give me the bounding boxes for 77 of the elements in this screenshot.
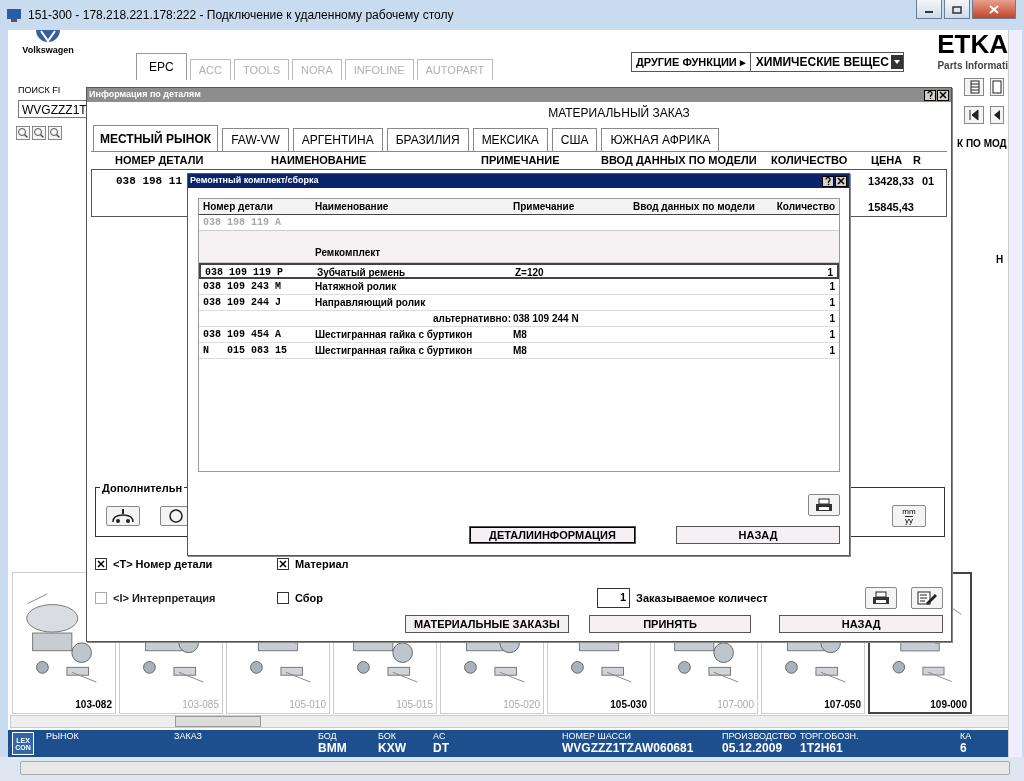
thumbnail-label: 105-010 xyxy=(289,698,327,712)
status-label: ТОРГ.ОБОЗН. xyxy=(800,732,860,742)
quantity-cell-text: 1 xyxy=(828,312,835,326)
thumbnail-label: 107-000 xyxy=(717,698,755,712)
search-label: ПОИСК FI xyxy=(18,84,61,97)
thumbnail-label: 105-030 xyxy=(610,698,648,712)
status-value: KXW xyxy=(378,741,407,756)
quantity-cell-text: 1 xyxy=(828,328,835,342)
dialog-title: Ремонтный комплект/сборка xyxy=(190,174,319,188)
checkbox-label: Материал xyxy=(295,556,349,572)
checkbox-label: <T> Номер детали xyxy=(113,556,213,572)
thumbnail-label: 107-050 xyxy=(824,698,862,712)
brand-name: Volkswagen xyxy=(22,44,74,57)
status-label: AC xyxy=(433,732,447,742)
status-label: БОД xyxy=(318,732,338,742)
status-label: РЫНОК xyxy=(46,732,80,742)
column-header: ВВОД ДАННЫХ ПО МОДЕЛИ xyxy=(601,153,758,169)
part-note: 038 109 244 N xyxy=(513,312,580,326)
quantity-cell-text: 1 xyxy=(826,266,833,280)
part-name: Шестигранная гайка с буртикон xyxy=(315,344,474,358)
part-number: 038 109 119 P xyxy=(205,266,284,280)
status-value: BMM xyxy=(318,741,348,756)
panel-text: Н xyxy=(996,253,1004,267)
status-label: НОМЕР ШАССИ xyxy=(562,732,633,742)
status-label: КА xyxy=(960,732,973,742)
quantity-cell-text: 1 xyxy=(828,296,835,310)
status-value: WVGZZZ1TZAW060681 xyxy=(562,741,695,756)
part-note: Z=120 xyxy=(515,266,545,280)
part-number: 038 198 119 A xyxy=(203,216,282,230)
total-price: 15845,43 xyxy=(868,199,914,215)
column-header: Примечание xyxy=(513,200,576,214)
price-cell-text: 13428,33 xyxy=(868,174,914,189)
part-name: Шестигранная гайка с буртикон xyxy=(315,328,474,342)
part-name: Зубчатый ремень xyxy=(317,266,407,280)
etka-logo: ETKA xyxy=(937,30,1008,60)
part-number: 038 109 454 A xyxy=(203,328,282,342)
part-note: M8 xyxy=(513,344,528,358)
logo-subtitle: Parts Informati xyxy=(937,59,1008,72)
thumbnail-label: 103-082 xyxy=(75,698,113,712)
thumbnail-label: 105-020 xyxy=(503,698,541,712)
status-label: БОК xyxy=(378,732,398,742)
column-header: К ПО МОД xyxy=(957,137,1007,151)
status-value: 05.12.2009 xyxy=(722,741,783,756)
column-header: КОЛИЧЕСТВО xyxy=(771,153,849,169)
column-header: НОМЕР ДЕТАЛИ xyxy=(115,153,205,169)
r-cell-text: 01 xyxy=(921,174,935,189)
part-note: M8 xyxy=(513,328,528,342)
thumbnail-label: 105-015 xyxy=(396,698,434,712)
status-label: ЗАКАЗ xyxy=(174,732,204,742)
status-value: DT xyxy=(433,741,450,756)
part-number: N 015 083 15 xyxy=(203,344,288,358)
quantity-cell-text: 1 xyxy=(828,344,835,358)
column-header: Ввод данных по модели xyxy=(633,200,756,214)
thumbnail-label: 109-000 xyxy=(930,698,968,712)
column-header: НАИМЕНОВАНИЕ xyxy=(271,153,368,169)
checkbox-label: Сбор xyxy=(295,590,324,606)
status-value: 1T2H61 xyxy=(800,741,844,756)
dialog-heading: МАТЕРИАЛЬНЫЙ ЗАКАЗ xyxy=(547,104,691,122)
alternative-label: альтернативно: xyxy=(432,312,513,326)
thumbnail-label: 103-085 xyxy=(182,698,220,712)
dialog-title: Информация по деталям xyxy=(89,88,201,102)
window-title: 151-300 - 178.218.221.178:222 - Подключение к удаленному рабочему столу xyxy=(28,7,454,24)
column-header: Номер детали xyxy=(203,200,274,214)
status-value: 6 xyxy=(960,741,968,756)
group-name: Ремкомплект xyxy=(315,246,382,260)
column-header: ПРИМЕЧАНИЕ xyxy=(481,153,561,169)
column-header: R xyxy=(913,153,922,169)
part-number: 038 109 244 J xyxy=(203,296,282,310)
quantity-cell-text: 1 xyxy=(828,280,835,294)
column-header: Количество xyxy=(775,200,835,214)
part-name: Натяжной ролик xyxy=(315,280,398,294)
part-name: Направляющий ролик xyxy=(315,296,427,310)
part-number: 038 109 243 M xyxy=(203,280,282,294)
status-label: ПРОИЗВОДСТВО xyxy=(722,732,798,742)
column-header: Наименование xyxy=(315,200,390,214)
column-header: ЦЕНА xyxy=(871,153,904,169)
part-number: 038 198 11 xyxy=(116,174,182,189)
